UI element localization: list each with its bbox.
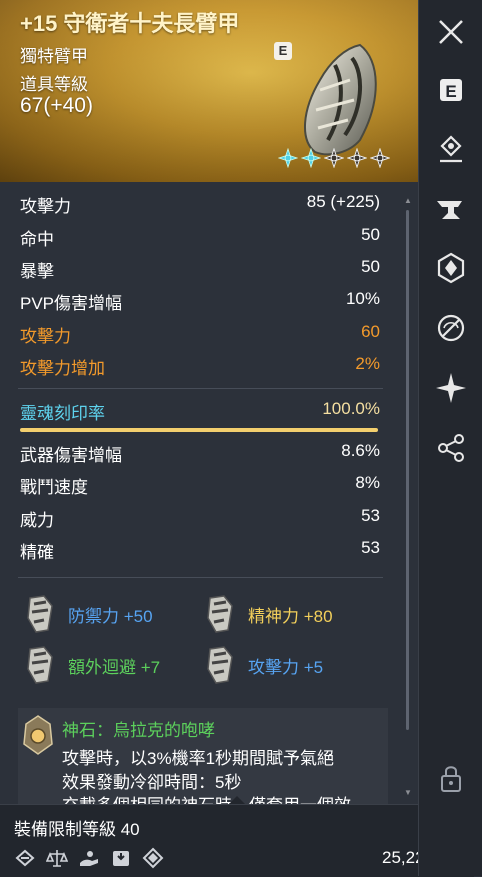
anvil-icon [437, 201, 462, 219]
soul-imprint-label: 靈魂刻印率 [20, 404, 105, 423]
e-icon: E [440, 79, 462, 101]
stat-value: 50 [361, 225, 380, 244]
scrollbar-thumb[interactable] [406, 210, 409, 730]
stat-value: 2% [355, 354, 380, 373]
enchant-star-empty-icon [346, 147, 368, 169]
item-name: +15 守衛者十夫長臂甲 [20, 11, 240, 36]
manastone-slot: 防禦力 +50 [22, 594, 153, 634]
locate-button[interactable] [429, 128, 473, 172]
map-pin-icon [440, 135, 462, 163]
soul-imprint-bar [20, 428, 378, 432]
godstone-lantern-icon [23, 715, 53, 755]
stat-label: 攻擊力 [20, 197, 71, 216]
share-button[interactable] [429, 426, 473, 470]
stat-row: 命中 50 [20, 225, 380, 253]
soul-imprint-row: 靈魂刻印率 100.0% [20, 399, 380, 427]
manastone-icon [207, 595, 233, 633]
bracer-item-icon [304, 43, 377, 156]
stat-label: 戰鬥速度 [20, 478, 88, 497]
stat-row: PVP傷害增幅 10% [20, 289, 380, 317]
godstone-effect-line: 攻擊時，以3%機率1秒期間賦予氣絕 [62, 749, 335, 768]
item-footer: 裝備限制等級 40 25,229 [0, 804, 474, 877]
stat-value: 10% [345, 289, 380, 308]
diamond-icon [142, 847, 164, 869]
stat-value: 53 [361, 538, 380, 557]
stat-value: 60 [361, 322, 380, 341]
manastone-slot: 精神力 +80 [202, 594, 333, 634]
share-icon [438, 434, 464, 462]
enhance-e-button[interactable]: E [429, 68, 473, 112]
skin-button[interactable] [429, 366, 473, 410]
stat-label: 暴擊 [20, 262, 54, 281]
enchant-stars [277, 147, 391, 169]
stat-label: 命中 [20, 230, 54, 249]
footer-notch [229, 796, 245, 804]
godstone-section: 神石：烏拉克的咆哮 攻擊時，以3%機率1秒期間賦予氣絕 效果發動冷卻時間：5秒 … [18, 708, 388, 808]
close-button[interactable] [429, 10, 473, 54]
soul-stat-row: 武器傷害增幅 8.6% [20, 441, 380, 469]
stat-value: 8.6% [341, 441, 380, 460]
stat-row: 攻擊力 85 (+225) [20, 192, 380, 220]
svg-text:E: E [445, 82, 456, 101]
spark-icon [436, 373, 466, 403]
manastone-text: 攻擊力 +5 [248, 657, 324, 677]
divider [18, 577, 383, 578]
manastone-text: 精神力 +80 [248, 606, 333, 626]
manastone-slot: 額外迴避 +7 [22, 645, 160, 685]
manastone-slot: 攻擊力 +5 [202, 645, 323, 685]
hand-icon [78, 847, 100, 869]
bonus-stat-row: 攻擊力增加 2% [20, 354, 380, 382]
stat-label: 精確 [20, 543, 54, 562]
soul-stat-row: 精確 53 [20, 538, 380, 566]
craft-button[interactable] [429, 188, 473, 232]
item-level: 67(+40) [20, 94, 93, 117]
crest-icon [437, 252, 465, 284]
lock-icon [441, 766, 461, 792]
no-sign-icon [437, 314, 465, 342]
stat-value: 53 [361, 506, 380, 525]
stat-value: 85 (+225) [306, 192, 380, 211]
godstone-title: 神石：烏拉克的咆哮 [62, 721, 215, 740]
bag-icon [110, 847, 132, 869]
bonus-stat-row: 攻擊力 60 [20, 322, 380, 350]
enchant-star-empty-icon [323, 147, 345, 169]
stat-value: 8% [355, 473, 380, 492]
close-icon [439, 20, 463, 44]
identify-button[interactable] [429, 246, 473, 290]
item-tooltip-panel: +15 守衛者十夫長臂甲 獨特臂甲 道具等級 67(+40) E 攻擊力 85 … [0, 0, 418, 876]
item-header: +15 守衛者十夫長臂甲 獨特臂甲 道具等級 67(+40) E [0, 0, 418, 182]
trade-icon [14, 847, 36, 869]
manastone-icon [27, 646, 53, 684]
godstone-effect-line: 效果發動冷卻時間：5秒 [62, 773, 242, 792]
divider [18, 388, 383, 389]
enchant-star-filled-icon [277, 147, 299, 169]
lock-button[interactable] [429, 756, 473, 800]
scroll-up-arrow-icon[interactable]: ▲ [404, 196, 412, 205]
scroll-down-arrow-icon[interactable]: ▼ [404, 788, 412, 797]
manastone-text: 額外迴避 +7 [68, 657, 161, 677]
stat-label: 威力 [20, 511, 54, 530]
item-type: 獨特臂甲 [20, 47, 88, 66]
item-property-icons [14, 847, 164, 869]
action-sidebar: E [418, 0, 482, 876]
soul-stat-row: 威力 53 [20, 506, 380, 534]
soul-imprint-value: 100.0% [322, 399, 380, 418]
item-level-label: 道具等級 [20, 75, 88, 94]
stat-value: 50 [361, 257, 380, 276]
stat-label: PVP傷害增幅 [20, 294, 123, 313]
enchant-star-empty-icon [369, 147, 391, 169]
manastone-icon [207, 646, 233, 684]
scale-icon [45, 847, 69, 869]
soul-stat-row: 戰鬥速度 8% [20, 473, 380, 501]
manastone-icon [27, 595, 53, 633]
extract-button[interactable] [429, 306, 473, 350]
stat-label: 武器傷害增幅 [20, 446, 122, 465]
stat-row: 暴擊 50 [20, 257, 380, 285]
enchant-star-filled-icon [300, 147, 322, 169]
manastone-text: 防禦力 +50 [68, 606, 153, 626]
equip-level-limit: 裝備限制等級 40 [14, 820, 140, 839]
stat-label: 攻擊力 [20, 327, 71, 346]
stat-label: 攻擊力增加 [20, 359, 105, 378]
